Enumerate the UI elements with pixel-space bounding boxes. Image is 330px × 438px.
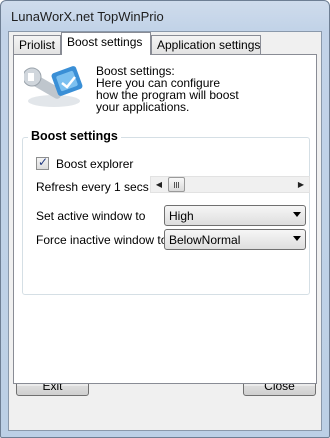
refresh-label: Refresh every 1 secs bbox=[36, 180, 149, 194]
grip-line bbox=[174, 182, 175, 188]
tab-label: Priolist bbox=[19, 38, 56, 52]
grip-line bbox=[178, 182, 179, 188]
tab-priolist[interactable]: Priolist bbox=[13, 35, 61, 55]
boost-explorer-checkbox[interactable]: ✓ bbox=[36, 155, 49, 170]
grip-line bbox=[176, 182, 177, 188]
select-value: High bbox=[169, 209, 194, 223]
window-title: LunaWorX.net TopWinPrio bbox=[11, 9, 164, 24]
boost-explorer-label[interactable]: Boost explorer bbox=[56, 157, 133, 171]
intro-description: Boost settings: Here you can configure h… bbox=[96, 65, 306, 113]
tab-application-settings[interactable]: Application settings bbox=[151, 35, 261, 55]
tab-boost-settings[interactable]: Boost settings bbox=[61, 32, 151, 55]
scroll-left-icon[interactable]: ◀ bbox=[152, 178, 166, 192]
active-window-label: Set active window to bbox=[36, 209, 146, 223]
chevron-down-icon bbox=[293, 212, 301, 217]
inactive-window-label: Force inactive window to bbox=[36, 233, 168, 247]
slider-thumb[interactable] bbox=[168, 177, 185, 192]
tab-label: Boost settings bbox=[67, 35, 143, 49]
active-window-select[interactable]: High bbox=[164, 205, 306, 226]
title-bar[interactable]: LunaWorX.net TopWinPrio bbox=[1, 1, 329, 31]
intro-line: your applications. bbox=[96, 100, 190, 114]
tools-icon bbox=[22, 63, 86, 109]
checkmark-icon: ✓ bbox=[38, 155, 49, 169]
chevron-down-icon bbox=[293, 236, 301, 241]
client-area: Priolist Boost settings Application sett… bbox=[8, 31, 322, 431]
boost-settings-panel: Boost settings: Here you can configure h… bbox=[13, 54, 317, 384]
select-value: BelowNormal bbox=[169, 233, 241, 247]
app-window: LunaWorX.net TopWinPrio Priolist Boost s… bbox=[0, 0, 330, 438]
group-title: Boost settings bbox=[28, 129, 121, 143]
inactive-window-select[interactable]: BelowNormal bbox=[164, 229, 306, 250]
refresh-slider[interactable]: ◀ ▶ bbox=[150, 176, 310, 193]
tab-label: Application settings bbox=[157, 38, 261, 52]
scroll-right-icon[interactable]: ▶ bbox=[294, 178, 308, 192]
